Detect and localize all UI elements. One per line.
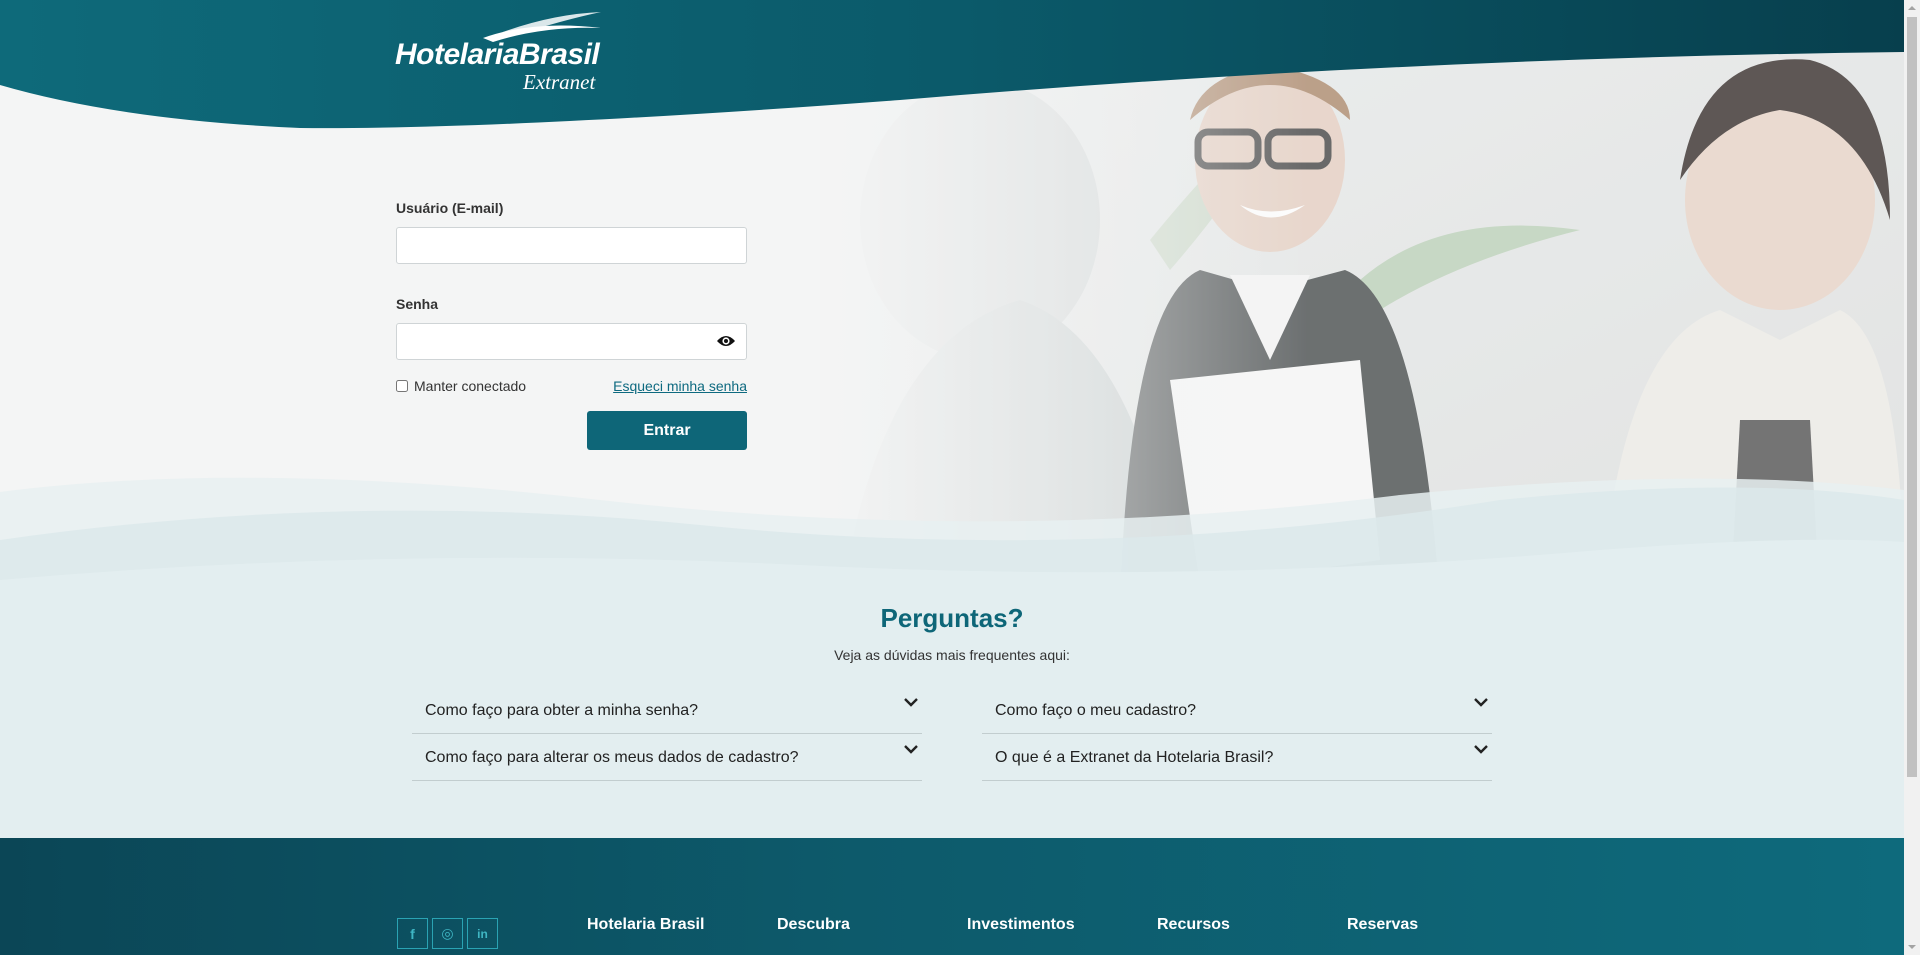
show-password-eye-icon[interactable]: [716, 333, 736, 349]
page-viewport: HotelariaBrasil Extranet Usuário (E-mail…: [0, 0, 1904, 955]
remember-me-checkbox[interactable]: [396, 380, 408, 392]
instagram-icon[interactable]: ◎: [432, 918, 463, 949]
hero-section: HotelariaBrasil Extranet Usuário (E-mail…: [0, 0, 1904, 605]
chevron-down-icon: [904, 745, 918, 754]
chevron-down-icon: [1474, 698, 1488, 707]
login-form: Usuário (E-mail) Senha Manter conectado …: [396, 200, 747, 450]
site-footer: f ◎ in Hotelaria Brasil Descubra Investi…: [0, 838, 1904, 955]
footer-column-heading[interactable]: Investimentos: [967, 916, 1075, 934]
footer-column-heading[interactable]: Descubra: [777, 916, 850, 934]
login-options-row: Manter conectado Esqueci minha senha: [396, 378, 747, 394]
forgot-password-link[interactable]: Esqueci minha senha: [613, 378, 747, 394]
faq-section: Perguntas? Veja as dúvidas mais frequent…: [0, 603, 1904, 838]
remember-me[interactable]: Manter conectado: [396, 378, 526, 394]
login-submit-button[interactable]: Entrar: [587, 411, 747, 450]
brand-logo[interactable]: HotelariaBrasil Extranet: [395, 10, 605, 94]
vertical-scrollbar[interactable]: [1904, 0, 1920, 955]
scroll-up-arrow-icon[interactable]: [1904, 0, 1920, 17]
facebook-glyph: f: [410, 925, 415, 942]
logo-subtitle: Extranet: [523, 70, 596, 94]
faq-subtitle: Veja as dúvidas mais frequentes aqui:: [834, 647, 1070, 663]
password-field[interactable]: [396, 323, 747, 360]
footer-column-heading[interactable]: Hotelaria Brasil: [587, 916, 704, 934]
logo-wordmark: HotelariaBrasil: [395, 38, 600, 71]
header-band: [0, 0, 1904, 129]
chevron-down-icon: [1474, 745, 1488, 754]
faq-item[interactable]: Como faço o meu cadastro?: [982, 687, 1492, 734]
faq-question: Como faço para obter a minha senha?: [425, 702, 699, 719]
footer-column-heading[interactable]: Reservas: [1347, 916, 1418, 934]
email-label: Usuário (E-mail): [396, 200, 504, 216]
linkedin-glyph: in: [477, 926, 488, 941]
instagram-glyph: ◎: [441, 925, 454, 941]
faq-item[interactable]: O que é a Extranet da Hotelaria Brasil?: [982, 734, 1492, 781]
footer-column-heading[interactable]: Recursos: [1157, 916, 1230, 934]
email-field[interactable]: [396, 227, 747, 264]
faq-item[interactable]: Como faço para obter a minha senha?: [412, 687, 922, 734]
chevron-down-icon: [904, 698, 918, 707]
faq-question: O que é a Extranet da Hotelaria Brasil?: [995, 749, 1274, 766]
linkedin-icon[interactable]: in: [467, 918, 498, 949]
scrollbar-thumb[interactable]: [1907, 17, 1917, 777]
scroll-down-arrow-icon[interactable]: [1904, 938, 1920, 955]
wave-divider: [0, 477, 1904, 605]
faq-title: Perguntas?: [880, 603, 1024, 633]
remember-me-label: Manter conectado: [414, 378, 527, 394]
password-wrapper: [396, 323, 747, 360]
faq-question: Como faço o meu cadastro?: [995, 702, 1196, 719]
faq-item[interactable]: Como faço para alterar os meus dados de …: [412, 734, 922, 781]
facebook-icon[interactable]: f: [397, 918, 428, 949]
faq-question: Como faço para alterar os meus dados de …: [425, 749, 799, 766]
password-label: Senha: [396, 296, 439, 312]
